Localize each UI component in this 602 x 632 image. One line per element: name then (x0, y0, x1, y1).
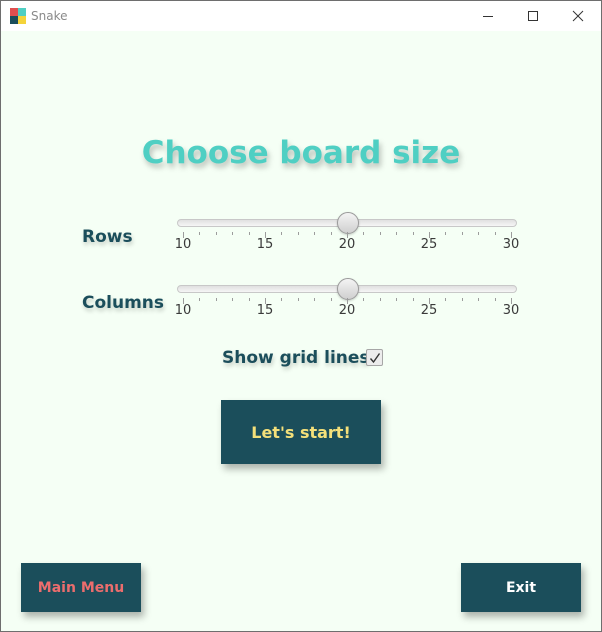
rows-slider-tick-label: 15 (256, 237, 274, 252)
rows-slider-tick (314, 232, 316, 235)
rows-slider-tick-label: 30 (502, 237, 520, 252)
rows-label: Rows (82, 227, 133, 247)
title-bar[interactable]: Snake (1, 1, 601, 31)
columns-slider-tick-label: 30 (502, 303, 520, 318)
rows-slider-tick (478, 232, 480, 235)
columns-slider-tick (232, 298, 234, 301)
columns-slider-tick-label: 10 (174, 303, 192, 318)
rows-slider-tick (363, 232, 365, 235)
exit-button[interactable]: Exit (461, 563, 581, 612)
columns-slider-tick (248, 298, 250, 301)
columns-slider-tick (478, 298, 480, 301)
rows-slider-tick (461, 232, 463, 235)
window-title: Snake (31, 9, 68, 23)
columns-slider-tick (363, 298, 365, 301)
rows-slider-tick (248, 232, 250, 235)
start-button[interactable]: Let's start! (221, 400, 381, 464)
rows-slider-tick-label: 10 (174, 237, 192, 252)
columns-slider-tick (199, 298, 201, 301)
grid-lines-label: Show grid lines (222, 348, 370, 368)
rows-slider-tick (445, 232, 447, 235)
columns-slider-tick (396, 298, 398, 301)
columns-slider-tick (412, 298, 414, 301)
columns-slider-tick (379, 298, 381, 301)
rows-slider-tick (232, 232, 234, 235)
rows-slider-tick-label: 20 (338, 237, 356, 252)
grid-lines-checkbox[interactable] (366, 349, 383, 366)
rows-slider-tick (379, 232, 381, 235)
columns-slider-thumb[interactable] (337, 278, 359, 300)
rows-slider-tick (330, 232, 332, 235)
columns-slider-tick-label: 25 (420, 303, 438, 318)
checkmark-icon (369, 352, 380, 363)
columns-label: Columns (82, 293, 165, 313)
columns-slider-tick (281, 298, 283, 301)
columns-slider-tick (314, 298, 316, 301)
columns-slider-tick (215, 298, 217, 301)
rows-slider-tick (297, 232, 299, 235)
page-heading: Choose board size (141, 135, 461, 171)
rows-slider-tick (412, 232, 414, 235)
maximize-button[interactable] (510, 1, 556, 31)
main-menu-button[interactable]: Main Menu (21, 563, 141, 612)
columns-slider-tick (461, 298, 463, 301)
close-icon (572, 10, 584, 22)
rows-slider-tick-label: 25 (420, 237, 438, 252)
rows-slider-tick (494, 232, 496, 235)
columns-slider-tick (297, 298, 299, 301)
rows-slider-thumb[interactable] (337, 212, 359, 234)
rows-slider-tick (199, 232, 201, 235)
columns-slider-tick-label: 20 (338, 303, 356, 318)
minimize-icon (483, 16, 493, 17)
columns-slider-tick (494, 298, 496, 301)
columns-slider-tick (445, 298, 447, 301)
close-button[interactable] (555, 1, 601, 31)
rows-slider-tick (396, 232, 398, 235)
columns-slider[interactable]: 10 15 20 25 30 (175, 278, 519, 320)
columns-slider-tick-label: 15 (256, 303, 274, 318)
minimize-button[interactable] (465, 1, 511, 31)
snake-app-icon (10, 8, 26, 24)
maximize-icon (528, 11, 538, 21)
rows-slider-tick (281, 232, 283, 235)
columns-slider-tick (330, 298, 332, 301)
rows-slider-tick (215, 232, 217, 235)
app-window: Snake Choose board size Rows 10 15 20 25 30 … (0, 0, 602, 632)
rows-slider[interactable]: 10 15 20 25 30 (175, 212, 519, 254)
